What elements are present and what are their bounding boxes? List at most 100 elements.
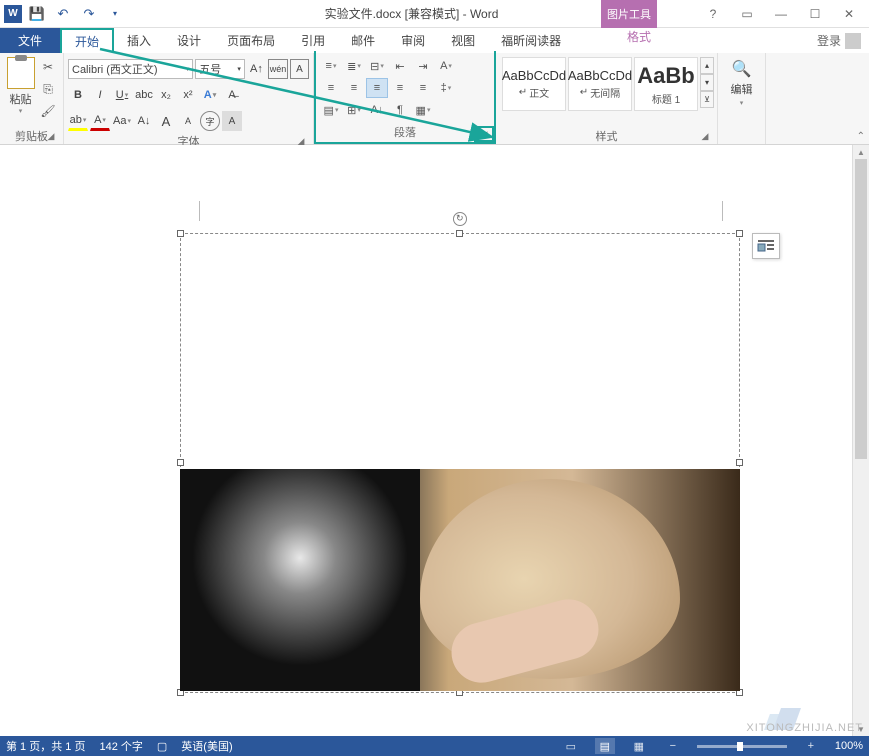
scrollbar-thumb[interactable]: [855, 159, 867, 459]
justify-icon[interactable]: ≡: [389, 78, 411, 98]
clear-formatting-icon[interactable]: A̶: [222, 85, 242, 105]
resize-handle[interactable]: [177, 459, 184, 466]
ribbon-display-icon[interactable]: ▭: [733, 4, 761, 24]
clipboard-launcher-icon[interactable]: ◢: [45, 131, 57, 143]
bold-button[interactable]: B: [68, 85, 88, 105]
layout-options-button[interactable]: [752, 233, 780, 259]
find-icon: 🔍: [732, 59, 752, 79]
zoom-level[interactable]: 100%: [835, 740, 863, 752]
shrink-font-icon[interactable]: A↓: [134, 111, 154, 131]
paste-button[interactable]: 粘贴 ▾: [4, 55, 37, 128]
asian-layout-icon[interactable]: A: [435, 56, 457, 76]
maximize-icon[interactable]: ☐: [801, 4, 829, 24]
qat-redo-icon[interactable]: ↷: [78, 3, 100, 25]
picture-tools-context-tab: 图片工具: [601, 0, 657, 28]
bullets-icon[interactable]: ≡: [320, 56, 342, 76]
grow-font-icon[interactable]: A↑: [247, 59, 266, 79]
zoom-slider[interactable]: [697, 745, 787, 748]
snap-to-grid-icon[interactable]: ▦: [412, 100, 434, 120]
sign-in[interactable]: 登录: [809, 28, 869, 53]
numbering-icon[interactable]: ≣: [343, 56, 365, 76]
align-left-icon[interactable]: ≡: [320, 78, 342, 98]
phonetic-guide-icon[interactable]: wén: [268, 59, 288, 79]
format-painter-icon[interactable]: 🖌: [39, 103, 57, 119]
view-print-layout-icon[interactable]: ▤: [595, 738, 615, 754]
character-border-icon[interactable]: A: [290, 59, 309, 79]
line-spacing-icon[interactable]: ‡: [435, 78, 457, 98]
status-spellcheck-icon[interactable]: ▢: [157, 740, 167, 753]
status-page[interactable]: 第 1 页，共 1 页: [6, 738, 85, 754]
style-heading-1[interactable]: AaBb 标题 1: [634, 57, 698, 111]
tab-page-layout[interactable]: 页面布局: [214, 28, 288, 53]
view-read-mode-icon[interactable]: ▭: [561, 738, 581, 754]
tab-foxit-reader[interactable]: 福昕阅读器: [488, 28, 574, 53]
status-word-count[interactable]: 142 个字: [99, 738, 142, 754]
help-icon[interactable]: ?: [699, 4, 727, 24]
resize-handle[interactable]: [736, 459, 743, 466]
borders-icon[interactable]: ⊞: [343, 100, 365, 120]
enclose-char-icon[interactable]: 字: [200, 111, 220, 131]
font-name-select[interactable]: Calibri (西文正文)▾: [68, 59, 193, 79]
align-center-icon[interactable]: ≡: [343, 78, 365, 98]
rotate-handle-icon[interactable]: [453, 212, 467, 226]
zoom-out-icon[interactable]: −: [663, 738, 683, 754]
qat-undo-icon[interactable]: ↶: [52, 3, 74, 25]
enlarge-a-icon[interactable]: A: [156, 111, 176, 131]
styles-launcher-icon[interactable]: ◢: [699, 131, 711, 143]
text-effects-icon[interactable]: A: [200, 85, 220, 105]
tab-view[interactable]: 视图: [438, 28, 488, 53]
gallery-more-icon[interactable]: ⊻: [700, 91, 714, 108]
shading-icon[interactable]: ▤: [320, 100, 342, 120]
word-app-icon: W: [4, 5, 22, 23]
zoom-in-icon[interactable]: +: [801, 738, 821, 754]
tab-home[interactable]: 开始: [60, 28, 114, 53]
char-shading-icon[interactable]: A: [222, 111, 242, 131]
show-marks-icon[interactable]: ¶: [389, 100, 411, 120]
resize-handle[interactable]: [177, 230, 184, 237]
embedded-image[interactable]: [180, 469, 740, 691]
tab-references[interactable]: 引用: [288, 28, 338, 53]
editing-button[interactable]: 🔍 编辑 ▾: [722, 55, 761, 144]
vertical-scrollbar[interactable]: ▲ ▼: [852, 145, 869, 736]
underline-button[interactable]: U: [112, 85, 132, 105]
minimize-icon[interactable]: —: [767, 4, 795, 24]
copy-icon[interactable]: ⎘: [39, 81, 57, 97]
multilevel-list-icon[interactable]: ⊟: [366, 56, 388, 76]
margin-marker: [722, 201, 742, 221]
scroll-up-icon[interactable]: ▲: [853, 145, 869, 159]
strikethrough-button[interactable]: abc: [134, 85, 154, 105]
status-language[interactable]: 英语(美国): [181, 738, 232, 754]
shrink-a-icon[interactable]: A: [178, 111, 198, 131]
tab-design[interactable]: 设计: [164, 28, 214, 53]
increase-indent-icon[interactable]: ⇥: [412, 56, 434, 76]
tab-format[interactable]: 格式: [614, 28, 664, 45]
distributed-icon[interactable]: ≡: [412, 78, 434, 98]
collapse-ribbon-icon[interactable]: ⌃: [857, 131, 865, 142]
style-no-spacing[interactable]: AaBbCcDd ↵无间隔: [568, 57, 632, 111]
tab-review[interactable]: 审阅: [388, 28, 438, 53]
view-web-layout-icon[interactable]: ▦: [629, 738, 649, 754]
font-color-icon[interactable]: A: [90, 111, 110, 131]
gallery-down-icon[interactable]: ▾: [700, 74, 714, 91]
resize-handle[interactable]: [456, 230, 463, 237]
qat-customize-icon[interactable]: ▾: [104, 3, 126, 25]
qat-save-icon[interactable]: 💾: [26, 3, 48, 25]
tab-file[interactable]: 文件: [0, 28, 60, 53]
tab-mailings[interactable]: 邮件: [338, 28, 388, 53]
tab-insert[interactable]: 插入: [114, 28, 164, 53]
subscript-button[interactable]: x₂: [156, 85, 176, 105]
italic-button[interactable]: I: [90, 85, 110, 105]
close-icon[interactable]: ✕: [835, 4, 863, 24]
resize-handle[interactable]: [736, 230, 743, 237]
gallery-up-icon[interactable]: ▴: [700, 57, 714, 74]
paragraph-launcher-icon[interactable]: ◢: [474, 126, 494, 142]
style-normal[interactable]: AaBbCcDd ↵正文: [502, 57, 566, 111]
superscript-button[interactable]: x²: [178, 85, 198, 105]
decrease-indent-icon[interactable]: ⇤: [389, 56, 411, 76]
highlight-icon[interactable]: ab: [68, 111, 88, 131]
cut-icon[interactable]: ✂: [39, 59, 57, 75]
change-case-icon[interactable]: Aa: [112, 111, 132, 131]
align-right-icon[interactable]: ≡: [366, 78, 388, 98]
font-size-select[interactable]: 五号▾: [195, 59, 245, 79]
sort-icon[interactable]: A↓: [366, 100, 388, 120]
